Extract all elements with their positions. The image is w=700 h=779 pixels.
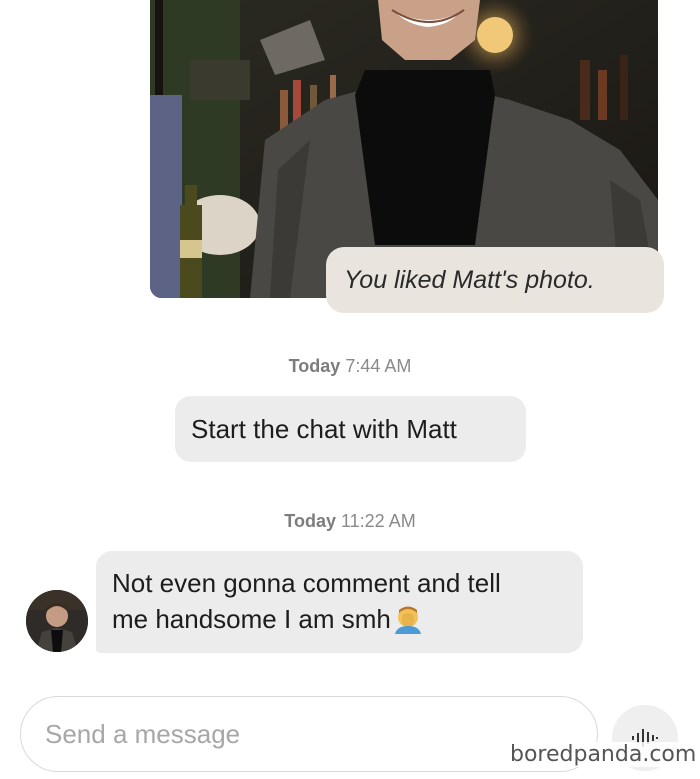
start-chat-text: Start the chat with Matt bbox=[191, 413, 457, 444]
timestamp-time: 7:44 AM bbox=[345, 356, 412, 376]
message-timestamp: Today 11:22 AM bbox=[0, 511, 700, 532]
message-line-2: me handsome I am smh bbox=[112, 604, 391, 634]
face-palm-emoji bbox=[394, 606, 421, 634]
timestamp-day: Today bbox=[288, 356, 341, 376]
timestamp-day: Today bbox=[284, 511, 336, 531]
message-line-2-wrapper: me handsome I am smh bbox=[112, 601, 567, 637]
liked-photo-text: You liked Matt's photo. bbox=[344, 265, 595, 294]
start-chat-bubble: Start the chat with Matt bbox=[175, 396, 526, 462]
message-timestamp: Today 7:44 AM bbox=[0, 356, 700, 377]
avatar-image bbox=[26, 590, 88, 652]
message-input-placeholder: Send a message bbox=[45, 718, 241, 749]
incoming-message-bubble: Not even gonna comment and tell me hands… bbox=[96, 551, 583, 653]
liked-photo-bubble: You liked Matt's photo. bbox=[326, 247, 664, 313]
watermark: boredpanda.com bbox=[508, 742, 699, 767]
avatar[interactable] bbox=[26, 590, 88, 652]
message-line-1: Not even gonna comment and tell bbox=[112, 568, 501, 598]
timestamp-time: 11:22 AM bbox=[340, 511, 416, 531]
